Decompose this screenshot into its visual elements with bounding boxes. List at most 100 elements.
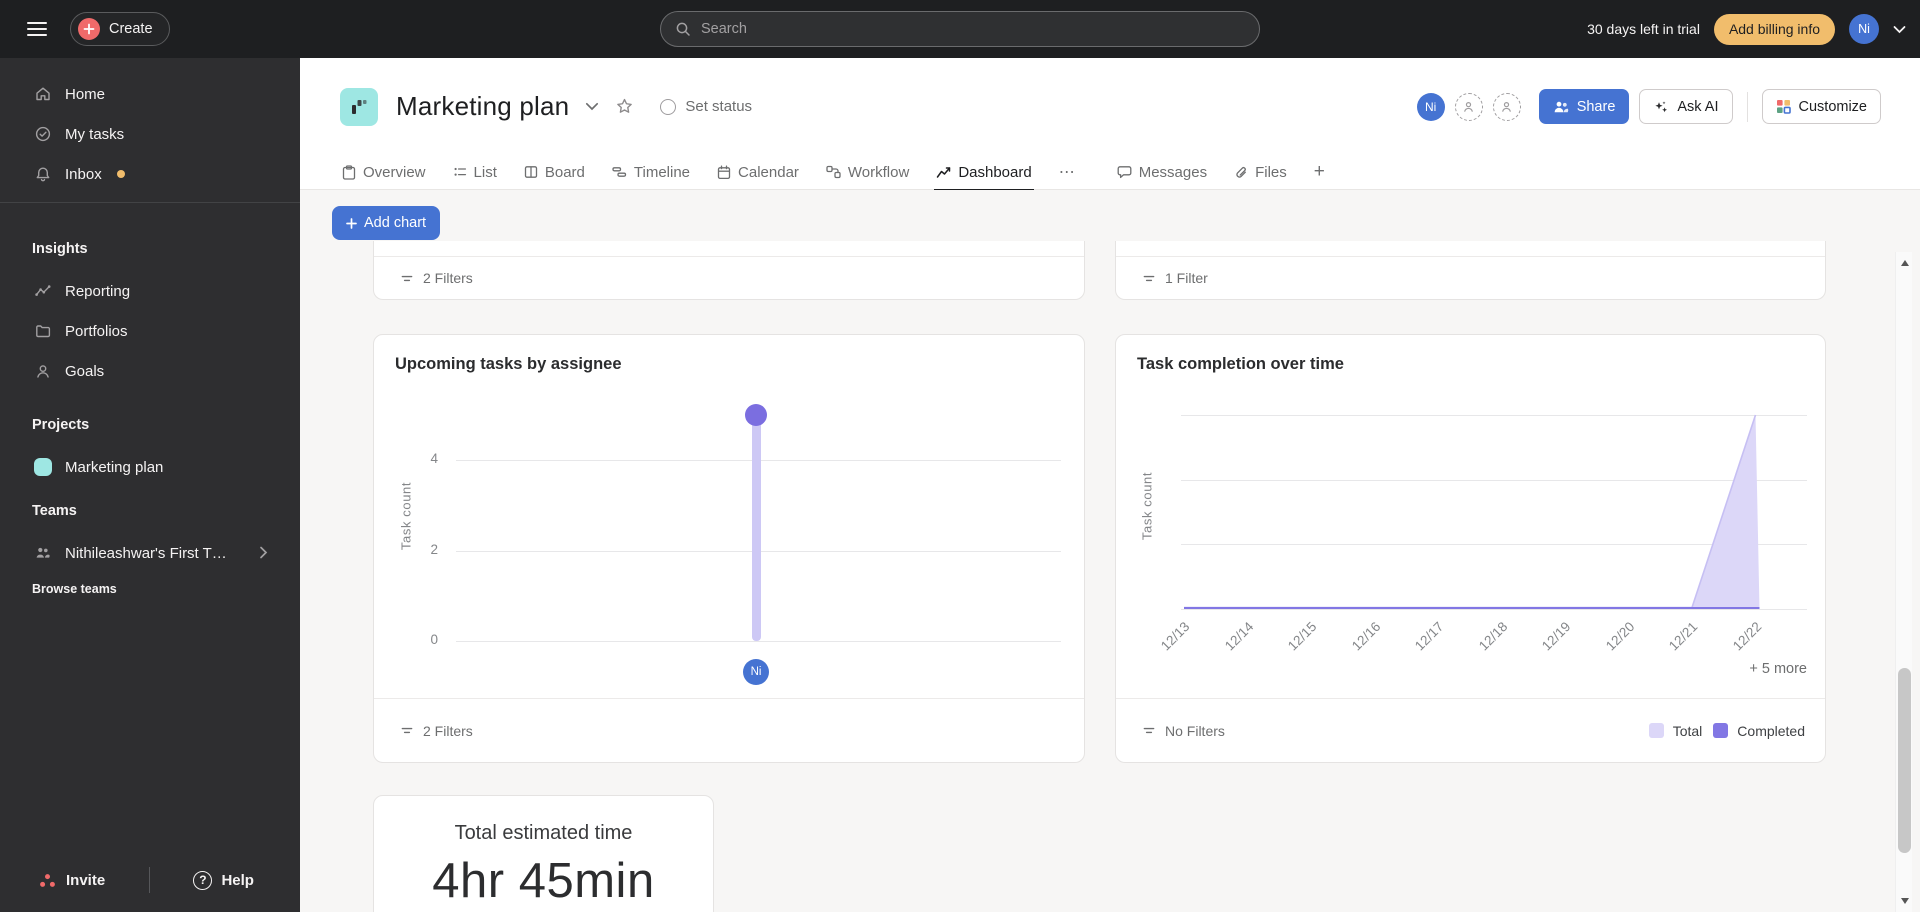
tab-board[interactable]: Board: [524, 155, 585, 190]
sidebar-section-projects: Projects Marketing plan: [0, 409, 300, 487]
filters-button[interactable]: 2 Filters: [423, 723, 473, 739]
tab-workflow[interactable]: Workflow: [826, 155, 909, 190]
search-input[interactable]: [701, 21, 1245, 37]
help-label: Help: [221, 871, 254, 889]
help-button[interactable]: Help: [193, 870, 254, 890]
project-icon[interactable]: [340, 87, 378, 126]
chevron-down-icon[interactable]: [1893, 25, 1906, 34]
bar-task-count: [751, 415, 761, 641]
add-billing-button[interactable]: Add billing info: [1713, 13, 1835, 45]
sidebar-item-marketing-plan[interactable]: Marketing plan: [0, 447, 300, 487]
inbox-notification-dot: [116, 170, 125, 178]
chart-title: Total estimated time: [454, 822, 633, 844]
tab-label: Dashboard: [958, 163, 1032, 181]
section-title[interactable]: Projects: [0, 409, 300, 441]
invite-button[interactable]: Invite: [38, 872, 105, 889]
tab-label: List: [473, 163, 497, 181]
filter-icon: [1143, 275, 1155, 281]
x-tick-label: 12/21: [1666, 619, 1701, 654]
filters-button[interactable]: No Filters: [1165, 723, 1225, 739]
chart-card-partial-left: 2 Filters: [373, 241, 1085, 300]
list-icon: [454, 167, 466, 176]
tab-add[interactable]: +: [1314, 155, 1325, 190]
filters-button[interactable]: 2 Filters: [423, 270, 473, 286]
sidebar-item-home[interactable]: Home: [0, 74, 300, 114]
tab-messages[interactable]: Messages: [1117, 155, 1207, 190]
sidebar-divider: [0, 202, 300, 203]
tab-timeline[interactable]: Timeline: [612, 155, 690, 190]
tab-list[interactable]: List: [453, 155, 497, 190]
x-tick-label: 12/18: [1475, 619, 1511, 654]
sidebar-item-label: Home: [65, 85, 106, 103]
filters-button[interactable]: 1 Filter: [1165, 270, 1208, 286]
tab-calendar[interactable]: Calendar: [717, 155, 799, 190]
sidebar-section-insights: Insights Reporting Portfolios Goals: [0, 233, 300, 391]
x-tick-label: 12/14: [1221, 619, 1257, 654]
chevron-down-icon[interactable]: [585, 102, 599, 111]
scroll-up-arrow[interactable]: [1896, 254, 1913, 272]
tab-overview[interactable]: Overview: [342, 155, 426, 190]
empty-avatar-slot[interactable]: [1492, 92, 1521, 121]
dashboard-content: Add chart 2 Filters 1 Filter Upcoming ta…: [300, 190, 1920, 912]
chevron-right-icon[interactable]: [259, 546, 268, 559]
x-tick-label: 12/17: [1412, 619, 1447, 654]
home-icon: [34, 85, 52, 103]
scroll-down-arrow[interactable]: [1896, 892, 1913, 910]
people-icon: [1553, 100, 1569, 114]
hamburger-menu-icon[interactable]: [26, 20, 48, 38]
scrollbar-thumb[interactable]: [1898, 668, 1911, 853]
ask-ai-button[interactable]: Ask AI: [1639, 89, 1733, 124]
customize-button[interactable]: Customize: [1761, 89, 1881, 124]
tab-options-dots[interactable]: ⋯: [1059, 162, 1076, 182]
message-bubble-icon: [1117, 166, 1132, 179]
favorite-star-icon[interactable]: [615, 97, 634, 116]
section-title[interactable]: Teams: [0, 495, 300, 527]
add-chart-label: Add chart: [364, 215, 427, 231]
card-footer: 1 Filter: [1116, 256, 1825, 299]
set-status-button[interactable]: Set status: [660, 98, 752, 115]
assignee-avatar[interactable]: Ni: [743, 659, 769, 685]
more-categories-label[interactable]: + 5 more: [1749, 661, 1807, 677]
sidebar-item-label: Reporting: [65, 282, 131, 300]
sidebar-item-team[interactable]: Nithileashwar's First T…: [0, 533, 300, 573]
create-button[interactable]: Create: [70, 12, 170, 46]
sidebar-item-portfolios[interactable]: Portfolios: [0, 311, 300, 351]
sidebar-item-inbox[interactable]: Inbox: [0, 154, 300, 194]
sidebar: Home My tasks Inbox Insights Reporting P…: [0, 58, 300, 912]
ask-ai-label: Ask AI: [1677, 98, 1719, 115]
tab-label: Calendar: [738, 163, 799, 181]
board-icon: [524, 166, 538, 178]
card-footer: 2 Filters: [374, 698, 1084, 762]
gridline: [1181, 479, 1807, 481]
sidebar-item-reporting[interactable]: Reporting: [0, 271, 300, 311]
share-button[interactable]: Share: [1538, 89, 1630, 124]
browse-teams-link[interactable]: Browse teams: [0, 573, 300, 605]
line-chart-icon: [937, 167, 951, 178]
gridline: [456, 641, 1061, 642]
trial-countdown: 30 days left in trial: [1587, 21, 1700, 37]
member-avatar[interactable]: Ni: [1416, 92, 1445, 121]
legend-swatch: [1713, 723, 1729, 738]
section-title[interactable]: Insights: [0, 233, 300, 265]
sidebar-item-my-tasks[interactable]: My tasks: [0, 114, 300, 154]
check-circle-icon: [34, 125, 52, 143]
sidebar-item-label: Portfolios: [65, 322, 128, 340]
tab-files[interactable]: Files: [1234, 155, 1287, 190]
chart-card-partial-right: 1 Filter: [1115, 241, 1826, 300]
sidebar-item-goals[interactable]: Goals: [0, 351, 300, 391]
topbar-right: 30 days left in trial Add billing info N…: [1587, 0, 1906, 58]
customize-grid-icon: [1776, 99, 1791, 114]
folder-icon: [34, 322, 52, 340]
vertical-scrollbar[interactable]: [1895, 252, 1912, 912]
user-avatar[interactable]: Ni: [1849, 14, 1879, 44]
chart-card-upcoming-tasks: Upcoming tasks by assignee Task count 02…: [373, 334, 1085, 763]
topbar: Create 30 days left in trial Add billing…: [0, 0, 1920, 58]
gridline: [1181, 609, 1807, 610]
add-chart-button[interactable]: Add chart: [332, 206, 441, 240]
tab-dashboard[interactable]: Dashboard: [934, 155, 1035, 191]
divider: [148, 867, 150, 893]
search-icon: [675, 21, 691, 37]
gridline: [1181, 415, 1807, 416]
search-bar[interactable]: [660, 11, 1260, 47]
empty-avatar-slot[interactable]: [1454, 92, 1483, 121]
